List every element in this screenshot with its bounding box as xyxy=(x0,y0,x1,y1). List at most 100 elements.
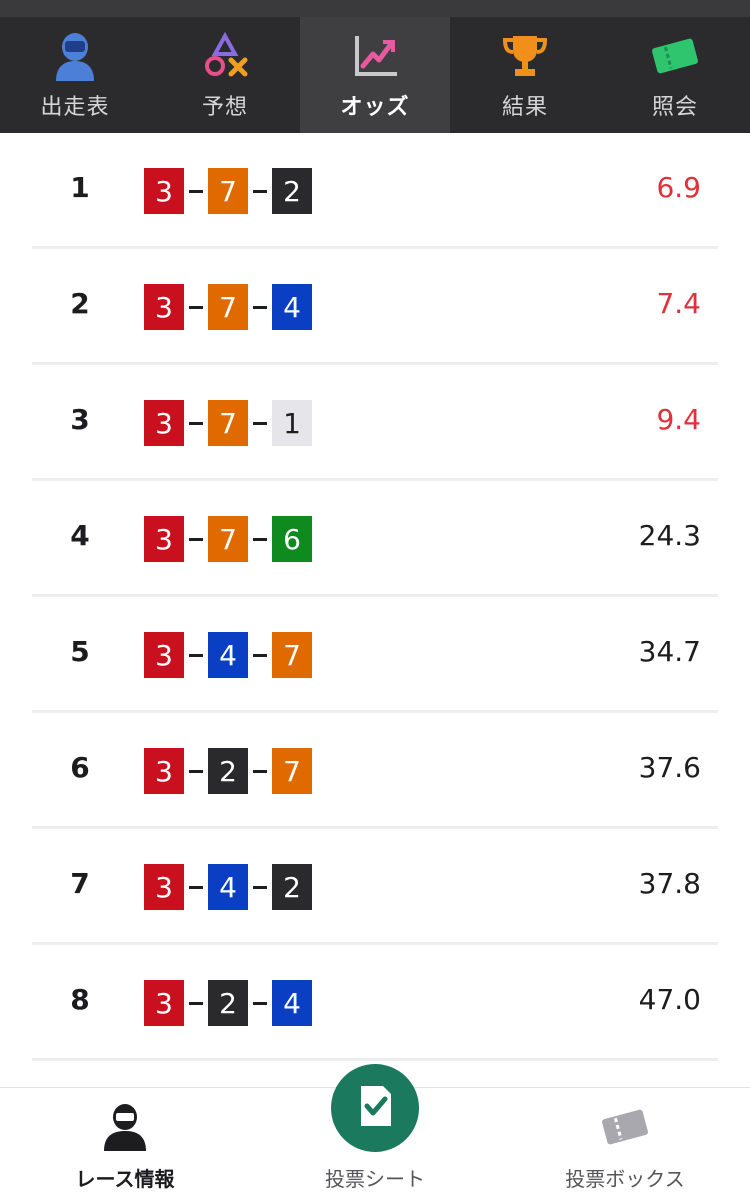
combo-separator xyxy=(184,769,208,773)
combo-separator xyxy=(248,305,272,309)
racer-icon xyxy=(50,31,100,81)
boat-number-box: 3 xyxy=(144,400,184,446)
tab-prediction-label: 予想 xyxy=(201,95,248,120)
rank-number: 6 xyxy=(70,751,90,784)
boat-number-box: 2 xyxy=(208,748,248,794)
tab-entries[interactable]: 出走表 xyxy=(0,17,150,133)
tab-odds-label: オッズ xyxy=(340,95,410,120)
tab-results[interactable]: 結果 xyxy=(450,17,600,133)
trifecta-combination: 371 xyxy=(144,400,312,446)
boat-number-box: 3 xyxy=(144,516,184,562)
race-info-label: レース情報 xyxy=(75,1167,175,1191)
odds-value: 34.7 xyxy=(638,635,701,668)
combo-separator xyxy=(184,189,208,193)
tab-odds[interactable]: オッズ xyxy=(300,17,450,133)
combo-separator xyxy=(184,885,208,889)
rank-number: 1 xyxy=(70,171,90,204)
bet-sheet-label: 投票シート xyxy=(325,1167,425,1191)
boat-number-box: 3 xyxy=(144,864,184,910)
odds-row[interactable]: 7 3 4 2 37.8 xyxy=(0,829,750,945)
boat-number-box: 7 xyxy=(272,748,312,794)
odds-value: 9.4 xyxy=(656,403,701,436)
race-info-button[interactable]: レース情報 xyxy=(0,1088,250,1199)
odds-row[interactable]: 1 3 7 2 6.9 xyxy=(0,133,750,249)
boat-number-box: 3 xyxy=(144,168,184,214)
top-nav: 出走表 予想 オッズ 結果 照会 xyxy=(0,17,750,133)
tab-results-label: 結果 xyxy=(501,95,548,120)
combo-separator xyxy=(248,421,272,425)
bet-sheet-button[interactable]: 投票シート xyxy=(250,1064,500,1199)
combo-separator xyxy=(184,653,208,657)
combo-separator xyxy=(184,1001,208,1005)
bet-box-label: 投票ボックス xyxy=(565,1167,685,1191)
odds-value: 24.3 xyxy=(638,519,701,552)
boat-number-box: 4 xyxy=(208,864,248,910)
rank-number: 2 xyxy=(70,287,90,320)
trifecta-combination: 347 xyxy=(144,632,312,678)
trifecta-combination: 342 xyxy=(144,864,312,910)
boat-number-box: 4 xyxy=(208,632,248,678)
odds-row[interactable]: 8 3 2 4 47.0 xyxy=(0,945,750,1061)
trifecta-combination: 372 xyxy=(144,168,312,214)
trifecta-combination: 327 xyxy=(144,748,312,794)
rank-number: 5 xyxy=(70,635,90,668)
bottom-bar: レース情報 投票シート 投票ボックス xyxy=(0,1064,750,1199)
boat-number-box: 7 xyxy=(208,516,248,562)
status-strip xyxy=(0,0,750,17)
boat-number-box: 7 xyxy=(208,168,248,214)
combo-separator xyxy=(184,305,208,309)
racer-icon xyxy=(100,1102,150,1152)
odds-row[interactable]: 6 3 2 7 37.6 xyxy=(0,713,750,829)
rank-number: 7 xyxy=(70,867,90,900)
odds-value: 7.4 xyxy=(656,287,701,320)
trifecta-combination: 374 xyxy=(144,284,312,330)
odds-chart-icon xyxy=(350,31,400,81)
rank-number: 4 xyxy=(70,519,90,552)
combo-separator xyxy=(248,189,272,193)
tab-entries-label: 出走表 xyxy=(40,95,110,120)
boat-number-box: 7 xyxy=(272,632,312,678)
tab-prediction[interactable]: 予想 xyxy=(150,17,300,133)
boat-number-box: 3 xyxy=(144,748,184,794)
bet-box-button[interactable]: 投票ボックス xyxy=(500,1088,750,1199)
combo-separator xyxy=(184,537,208,541)
combo-separator xyxy=(248,537,272,541)
prediction-shapes-icon xyxy=(200,31,250,81)
odds-row[interactable]: 5 3 4 7 34.7 xyxy=(0,597,750,713)
trifecta-combination: 376 xyxy=(144,516,312,562)
combo-separator xyxy=(248,653,272,657)
boat-number-box: 3 xyxy=(144,284,184,330)
odds-list: 1 3 7 2 6.9 2 3 7 4 7.4 3 3 7 1 9.4 4 3 7 6 24.3 5 3 4 7 34.7 6 3 2… xyxy=(0,133,750,1061)
boat-number-box: 7 xyxy=(208,400,248,446)
combo-separator xyxy=(248,885,272,889)
boat-number-box: 7 xyxy=(208,284,248,330)
trophy-icon xyxy=(500,31,550,81)
boat-number-box: 3 xyxy=(144,980,184,1026)
boat-number-box: 2 xyxy=(272,864,312,910)
trifecta-combination: 324 xyxy=(144,980,312,1026)
boat-number-box: 2 xyxy=(272,168,312,214)
boat-number-box: 4 xyxy=(272,284,312,330)
combo-separator xyxy=(248,769,272,773)
odds-row[interactable]: 2 3 7 4 7.4 xyxy=(0,249,750,365)
rank-number: 8 xyxy=(70,983,90,1016)
odds-value: 37.6 xyxy=(638,751,701,784)
bet-sheet-circle[interactable] xyxy=(331,1064,419,1152)
odds-value: 6.9 xyxy=(656,171,701,204)
boat-number-box: 3 xyxy=(144,632,184,678)
boat-number-box: 4 xyxy=(272,980,312,1026)
combo-separator xyxy=(184,421,208,425)
tab-inquiry-label: 照会 xyxy=(651,95,698,120)
combo-separator xyxy=(248,1001,272,1005)
odds-row[interactable]: 4 3 7 6 24.3 xyxy=(0,481,750,597)
tab-inquiry[interactable]: 照会 xyxy=(600,17,750,133)
ticket-icon xyxy=(600,1102,650,1152)
odds-value: 37.8 xyxy=(638,867,701,900)
odds-row[interactable]: 3 3 7 1 9.4 xyxy=(0,365,750,481)
boat-number-box: 2 xyxy=(208,980,248,1026)
sheet-check-icon xyxy=(355,1084,395,1132)
boat-number-box: 6 xyxy=(272,516,312,562)
odds-value: 47.0 xyxy=(638,983,701,1016)
ticket-icon xyxy=(650,31,700,81)
rank-number: 3 xyxy=(70,403,90,436)
